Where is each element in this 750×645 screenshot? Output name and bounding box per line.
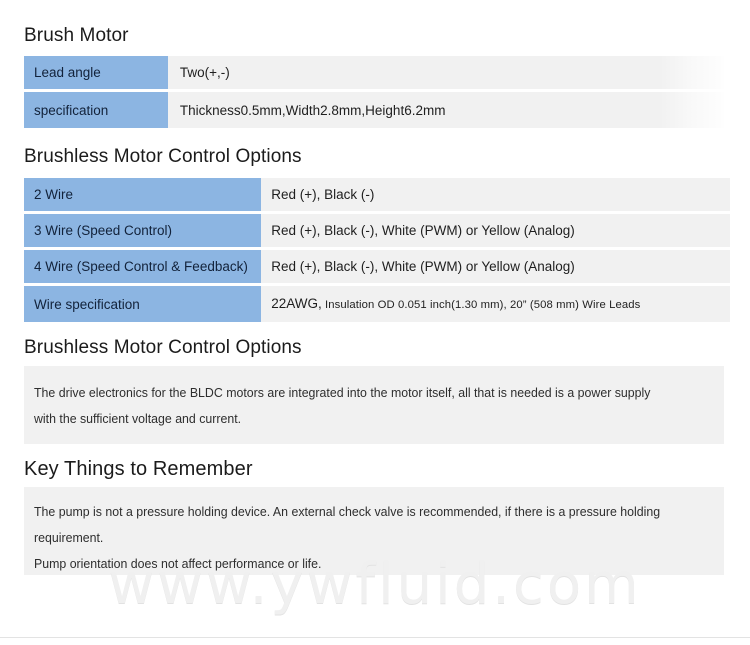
bottom-divider [0, 637, 750, 638]
key-things-text-1: The pump is not a pressure holding devic… [34, 504, 661, 545]
table-row: specification Thickness0.5mm,Width2.8mm,… [24, 92, 724, 128]
row-value-specification: Thickness0.5mm,Width2.8mm,Height6.2mm [167, 92, 724, 128]
row-value-lead-angle: Two(+,-) [167, 56, 724, 92]
heading-brushless-control-note: Brushless Motor Control Options [24, 337, 302, 358]
row-value-wire-specification: 22AWG, Insulation OD 0.051 inch(1.30 mm)… [261, 286, 730, 322]
key-things-text-2: Pump orientation does not affect perform… [34, 556, 322, 571]
row-label-wire-specification: Wire specification [24, 286, 262, 322]
wire-details: Insulation OD 0.051 inch(1.30 mm), 20” (… [321, 298, 641, 311]
table-row: 4 Wire (Speed Control & Feedback) Red (+… [24, 250, 730, 286]
row-value-2-wire: Red (+), Black (-) [261, 178, 730, 214]
brushless-control-options-table: 2 Wire Red (+), Black (-) 3 Wire (Speed … [24, 178, 730, 322]
key-things-panel: The pump is not a pressure holding devic… [24, 487, 724, 575]
wire-gauge: 22AWG, [271, 295, 322, 311]
row-label-3-wire: 3 Wire (Speed Control) [24, 214, 262, 250]
row-label-4-wire: 4 Wire (Speed Control & Feedback) [24, 250, 262, 286]
heading-brush-motor: Brush Motor [24, 25, 129, 46]
table-row: Lead angle Two(+,-) [24, 56, 724, 92]
row-label-lead-angle: Lead angle [24, 56, 168, 92]
row-label-specification: specification [24, 92, 168, 128]
brush-motor-table: Lead angle Two(+,-) specification Thickn… [24, 56, 724, 128]
table-row: 2 Wire Red (+), Black (-) [24, 178, 730, 214]
table-row: 3 Wire (Speed Control) Red (+), Black (-… [24, 214, 730, 250]
table-row: Wire specification 22AWG, Insulation OD … [24, 286, 730, 322]
row-value-3-wire: Red (+), Black (-), White (PWM) or Yello… [261, 214, 730, 250]
row-label-2-wire: 2 Wire [24, 178, 262, 214]
row-value-4-wire: Red (+), Black (-), White (PWM) or Yello… [261, 250, 730, 286]
heading-brushless-control-options: Brushless Motor Control Options [24, 146, 302, 167]
brushless-note-text: The drive electronics for the BLDC motor… [34, 385, 651, 426]
brushless-note-panel: The drive electronics for the BLDC motor… [24, 366, 724, 444]
document-page: Brush Motor Lead angle Two(+,-) specific… [0, 0, 750, 645]
heading-key-things: Key Things to Remember [24, 458, 253, 480]
